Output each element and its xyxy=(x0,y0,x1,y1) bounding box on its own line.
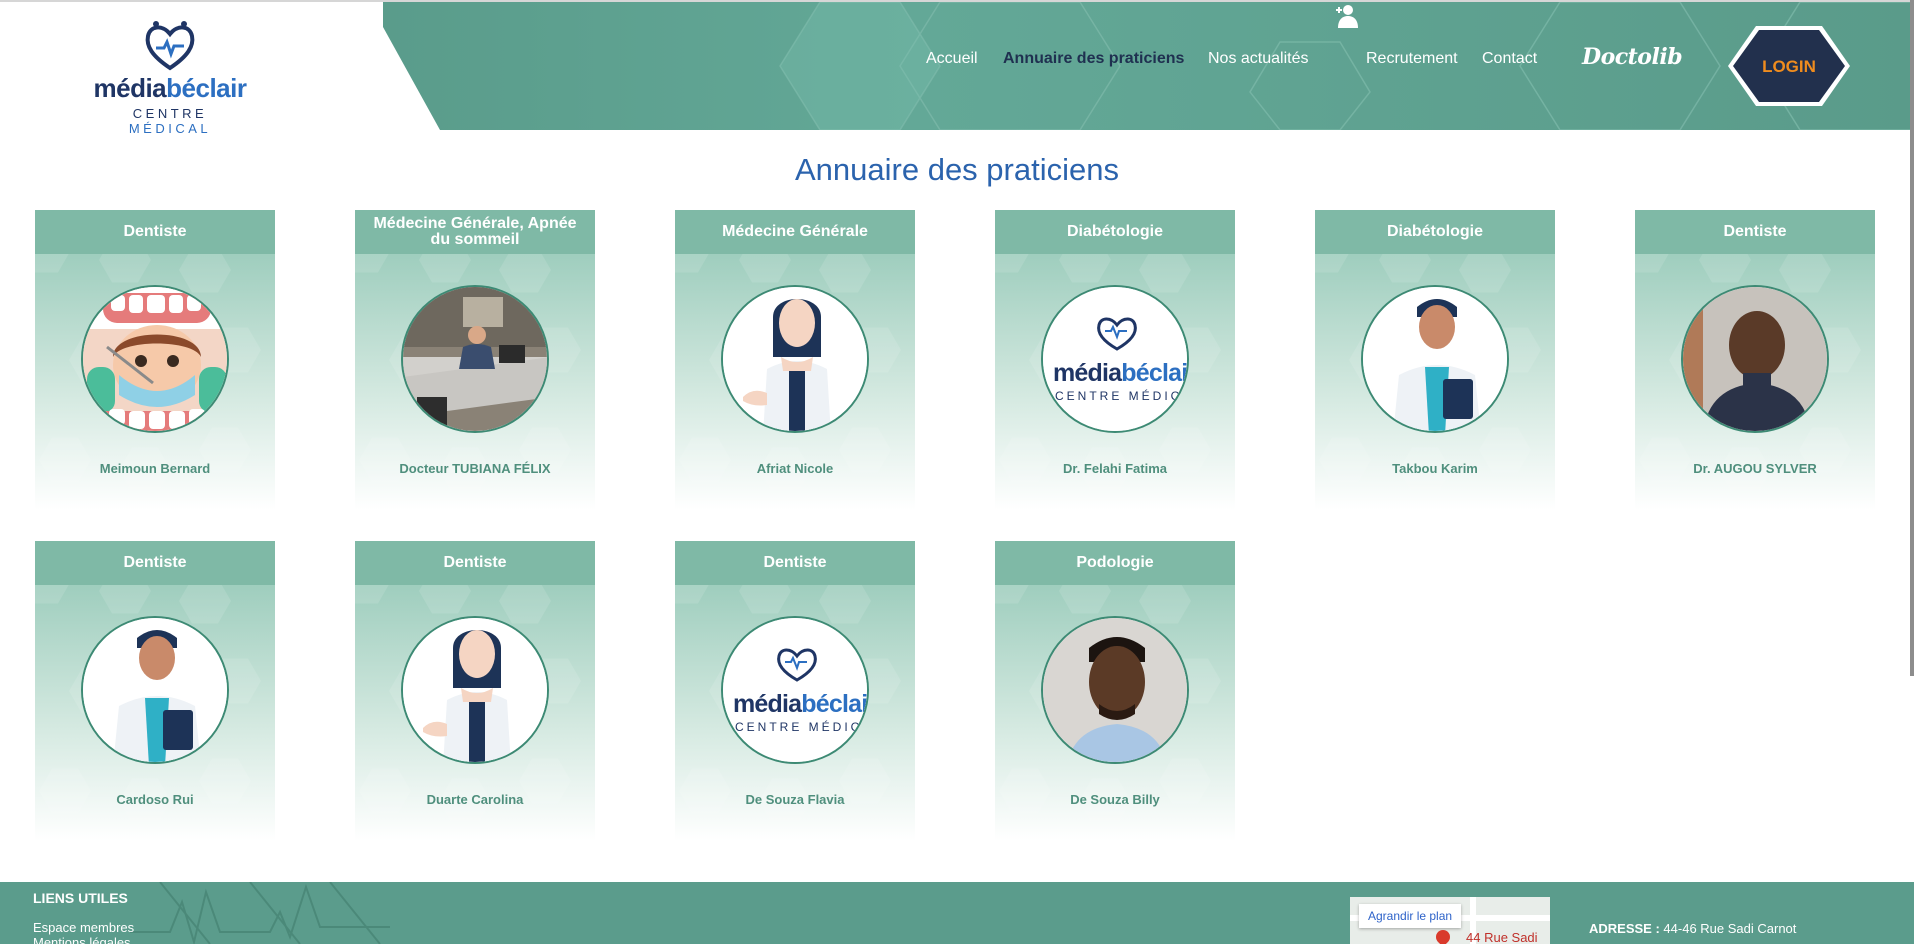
practitioner-card[interactable]: Dentiste Cardoso Rui xyxy=(35,541,275,841)
card-name: Afriat Nicole xyxy=(756,461,834,476)
office-photo-avatar xyxy=(401,285,549,433)
card-name: Duarte Carolina xyxy=(426,792,524,807)
practitioner-card[interactable]: Diabétologie Takbou Karim xyxy=(1315,210,1555,510)
card-specialty: Dentiste xyxy=(35,210,275,254)
footer-map[interactable]: Agrandir le plan 44 Rue Sadi xyxy=(1350,897,1550,944)
practitioner-card[interactable]: Dentiste Duarte Carolina xyxy=(355,541,595,841)
card-name: Docteur TUBIANA FÉLIX xyxy=(399,461,551,476)
practitioner-card[interactable]: Médecine Générale, Apnée du sommeil Doct… xyxy=(355,210,595,510)
card-name: Dr. AUGOU SYLVER xyxy=(1693,461,1817,476)
card-specialty: Podologie xyxy=(995,541,1235,585)
enlarge-map-button[interactable]: Agrandir le plan xyxy=(1359,904,1462,928)
card-specialty: Diabétologie xyxy=(1315,210,1555,254)
card-specialty: Dentiste xyxy=(355,541,595,585)
practitioner-grid: Dentiste Meimoun Bernard Médecine Généra… xyxy=(0,0,1914,944)
card-name: De Souza Billy xyxy=(1070,792,1160,807)
card-specialty: Médecine Générale, Apnée du sommeil xyxy=(355,210,595,254)
male-doctor-avatar xyxy=(1361,285,1509,433)
practitioner-card[interactable]: Dentiste médiabéclai CENTRE MÉDIC De Sou… xyxy=(675,541,915,841)
practitioner-card[interactable]: Dentiste Meimoun Bernard xyxy=(35,210,275,510)
card-specialty: Diabétologie xyxy=(995,210,1235,254)
center-logo-avatar: médiabéclai CENTRE MÉDIC xyxy=(1041,285,1189,433)
page: médiabéclair CENTRE MÉDICAL Accueil Annu… xyxy=(0,0,1914,944)
card-name: Meimoun Bernard xyxy=(99,461,211,476)
footer-title: LIENS UTILES xyxy=(33,890,128,906)
scrollbar[interactable] xyxy=(1910,0,1914,676)
card-specialty: Dentiste xyxy=(1635,210,1875,254)
practitioner-card[interactable]: Dentiste Dr. AUGOU SYLVER xyxy=(1635,210,1875,510)
card-name: Cardoso Rui xyxy=(116,792,194,807)
young-man-photo-avatar xyxy=(1041,616,1189,764)
male-doctor-avatar xyxy=(81,616,229,764)
female-doctor-avatar xyxy=(721,285,869,433)
practitioner-card[interactable]: Podologie De Souza Billy xyxy=(995,541,1235,841)
avatar-logo-sub: CENTRE MÉDIC xyxy=(1055,389,1183,403)
card-specialty: Médecine Générale xyxy=(675,210,915,254)
avatar-logo-word: médiabéclai xyxy=(1053,359,1188,387)
site-footer: LIENS UTILES Espace membres Mentions lég… xyxy=(0,882,1914,944)
footer-address: ADRESSE : 44-46 Rue Sadi Carnot xyxy=(1589,921,1797,936)
practitioner-card[interactable]: Médecine Générale Afriat Nicole xyxy=(675,210,915,510)
footer-ecg-decoration xyxy=(130,882,390,944)
man-photo-avatar xyxy=(1681,285,1829,433)
female-doctor-avatar xyxy=(401,616,549,764)
practitioner-card[interactable]: Diabétologie médiabéclai CENTRE MÉDIC Dr… xyxy=(995,210,1235,510)
footer-link-mentions-legales[interactable]: Mentions légales xyxy=(33,935,131,944)
card-name: Takbou Karim xyxy=(1392,461,1478,476)
avatar-logo-sub: CENTRE MÉDIC xyxy=(735,720,863,734)
center-logo-avatar: médiabéclai CENTRE MÉDIC xyxy=(721,616,869,764)
footer-link-espace-membres[interactable]: Espace membres xyxy=(33,920,134,935)
map-address: 44 Rue Sadi xyxy=(1466,930,1538,944)
card-specialty: Dentiste xyxy=(35,541,275,585)
card-specialty: Dentiste xyxy=(675,541,915,585)
map-pin-icon xyxy=(1433,927,1453,944)
dentist-cartoon-avatar xyxy=(81,285,229,433)
card-name: De Souza Flavia xyxy=(745,792,845,807)
card-name: Dr. Felahi Fatima xyxy=(1062,461,1168,476)
avatar-logo-word: médiabéclai xyxy=(733,690,868,718)
